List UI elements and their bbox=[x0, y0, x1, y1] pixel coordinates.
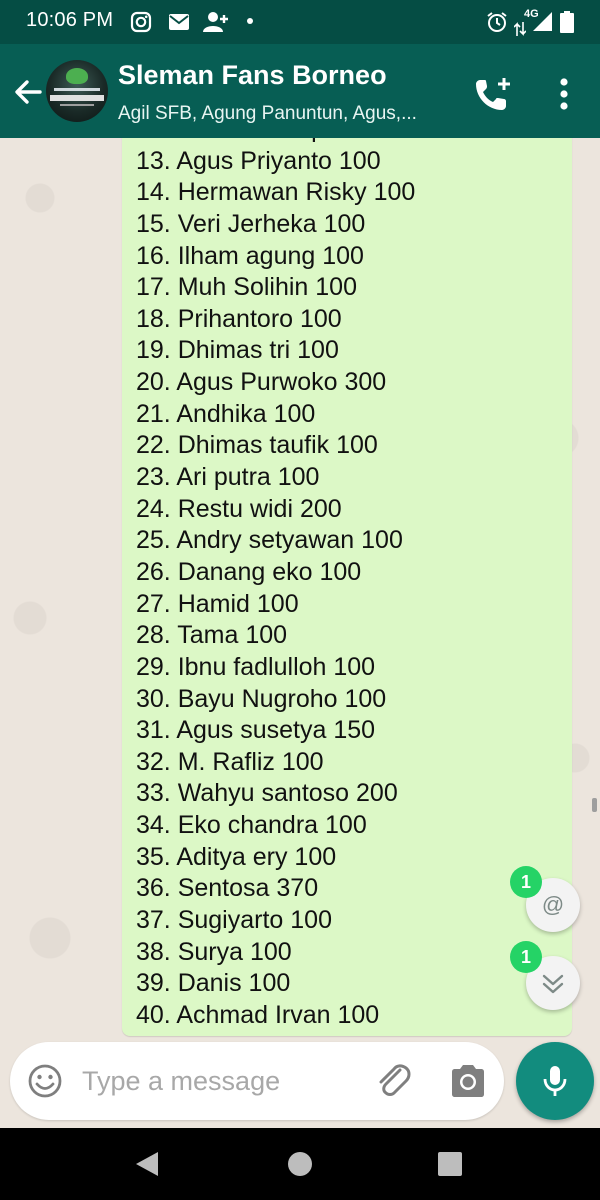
message-line: 31. Agus susetya 150 bbox=[136, 716, 376, 745]
message-line: 22. Dhimas taufik 100 bbox=[136, 431, 378, 460]
add-call-icon[interactable] bbox=[472, 74, 516, 114]
signal-icon bbox=[533, 12, 552, 31]
message-line: 12. Chandra Saputra 100 bbox=[136, 138, 417, 146]
message-line: 28. Tama 100 bbox=[136, 621, 288, 650]
message-line: 26. Danang eko 100 bbox=[136, 557, 362, 586]
add-person-icon bbox=[203, 12, 228, 32]
chat-area[interactable]: 12. Chandra Saputra 10013. Agus Priyanto… bbox=[0, 138, 600, 1040]
message-line: 27. Hamid 100 bbox=[136, 589, 299, 618]
message-line: 30. Bayu Nugroho 100 bbox=[136, 684, 387, 713]
message-line: 40. Achmad Irvan 100 bbox=[136, 1000, 380, 1029]
battery-icon bbox=[560, 11, 574, 33]
avatar-logo bbox=[66, 68, 88, 84]
camera-icon[interactable] bbox=[448, 1062, 488, 1100]
message-line: 37. Sugiyarto 100 bbox=[136, 906, 332, 935]
nav-home-icon[interactable] bbox=[288, 1152, 312, 1176]
mention-count-badge: 1 bbox=[510, 866, 542, 898]
status-time: 10:06 PM bbox=[26, 9, 114, 31]
message-line: 29. Ibnu fadlulloh 100 bbox=[136, 652, 376, 681]
instagram-icon bbox=[130, 11, 152, 33]
message-line: 14. Hermawan Risky 100 bbox=[136, 178, 416, 207]
arrow-left-icon[interactable] bbox=[10, 74, 46, 110]
mic-button[interactable] bbox=[516, 1042, 594, 1120]
paperclip-icon[interactable] bbox=[372, 1060, 414, 1102]
message-line: 20. Agus Purwoko 300 bbox=[136, 368, 387, 397]
message-text: 12. Chandra Saputra 10013. Agus Priyanto… bbox=[136, 138, 417, 1032]
message-line: 24. Restu widi 200 bbox=[136, 494, 342, 523]
message-composer bbox=[10, 1042, 504, 1120]
message-line: 33. Wahyu santoso 200 bbox=[136, 779, 398, 808]
message-line: 35. Aditya ery 100 bbox=[136, 842, 337, 871]
message-line: 23. Ari putra 100 bbox=[136, 463, 320, 492]
mail-icon bbox=[169, 14, 189, 30]
message-line: 18. Prihantoro 100 bbox=[136, 304, 342, 333]
message-line: 17. Muh Solihin 100 bbox=[136, 273, 357, 302]
alarm-icon bbox=[487, 12, 507, 32]
dot-icon bbox=[247, 18, 253, 24]
nav-recents-icon[interactable] bbox=[438, 1152, 462, 1176]
message-line: 38. Surya 100 bbox=[136, 937, 292, 966]
chat-header: Sleman Fans Borneo Agil SFB, Agung Panun… bbox=[0, 44, 600, 138]
nav-back-icon[interactable] bbox=[134, 1150, 160, 1178]
emoji-icon[interactable] bbox=[26, 1062, 64, 1100]
message-input[interactable] bbox=[82, 1062, 312, 1100]
message-line: 21. Andhika 100 bbox=[136, 399, 316, 428]
chat-title[interactable]: Sleman Fans Borneo bbox=[118, 60, 387, 91]
data-arrows-icon bbox=[514, 22, 526, 36]
message-line: 39. Danis 100 bbox=[136, 969, 291, 998]
unread-count-badge: 1 bbox=[510, 941, 542, 973]
message-line: 32. M. Rafliz 100 bbox=[136, 747, 324, 776]
message-line: 15. Veri Jerheka 100 bbox=[136, 209, 366, 238]
group-avatar[interactable] bbox=[46, 60, 108, 122]
system-nav-bar bbox=[0, 1128, 600, 1200]
message-line: 19. Dhimas tri 100 bbox=[136, 336, 339, 365]
scrollbar[interactable] bbox=[592, 798, 597, 812]
more-vert-icon[interactable] bbox=[550, 74, 578, 114]
message-line: 16. Ilham agung 100 bbox=[136, 241, 364, 270]
microphone-icon bbox=[543, 1066, 567, 1096]
chat-participants[interactable]: Agil SFB, Agung Panuntun, Agus,... bbox=[118, 103, 417, 125]
message-line: 34. Eko chandra 100 bbox=[136, 811, 367, 840]
message-line: 25. Andry setyawan 100 bbox=[136, 526, 403, 555]
message-line: 36. Sentosa 370 bbox=[136, 874, 319, 903]
message-line: 13. Agus Priyanto 100 bbox=[136, 146, 381, 175]
status-bar: 10:06 PM 4G bbox=[0, 0, 600, 44]
